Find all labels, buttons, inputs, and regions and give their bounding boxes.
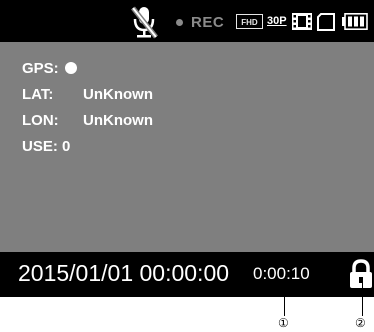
- resolution-badge: FHD: [236, 14, 263, 29]
- lat-row: LAT: UnKnown: [22, 86, 153, 103]
- camera-screen: REC FHD 30P GPS: LAT: UnKnown LON: UnKno…: [0, 0, 374, 297]
- gps-row: GPS:: [22, 60, 77, 77]
- lon-value: UnKnown: [83, 112, 153, 129]
- callout-label-1: ①: [278, 316, 289, 330]
- film-icon: [292, 13, 312, 30]
- lock-icon: [350, 259, 372, 288]
- footer-bar: 2015/01/01 00:00:00 0:00:10: [0, 252, 374, 297]
- rec-label: REC: [191, 14, 225, 31]
- datetime-stamp: 2015/01/01 00:00:00: [18, 260, 230, 286]
- mic-muted-icon: [131, 6, 158, 39]
- lat-label: LAT:: [22, 86, 54, 103]
- rec-dot-icon: [176, 19, 183, 26]
- battery-icon: [342, 13, 368, 30]
- callout-line-1: [284, 283, 285, 316]
- callout-line-2: [362, 283, 363, 316]
- gps-label: GPS:: [22, 60, 59, 77]
- lon-row: LON: UnKnown: [22, 112, 153, 129]
- status-bar: REC FHD 30P: [0, 0, 374, 42]
- recording-elapsed-time: 0:00:10: [253, 264, 310, 283]
- use-row: USE: 0: [22, 138, 70, 155]
- gps-status-icon: [64, 62, 77, 74]
- use-label: USE: 0: [22, 138, 71, 155]
- fps-badge: 30P: [267, 15, 287, 27]
- lon-label: LON:: [22, 112, 59, 129]
- sd-card-icon: [317, 13, 335, 31]
- callout-label-2: ②: [355, 316, 366, 330]
- lat-value: UnKnown: [83, 86, 153, 103]
